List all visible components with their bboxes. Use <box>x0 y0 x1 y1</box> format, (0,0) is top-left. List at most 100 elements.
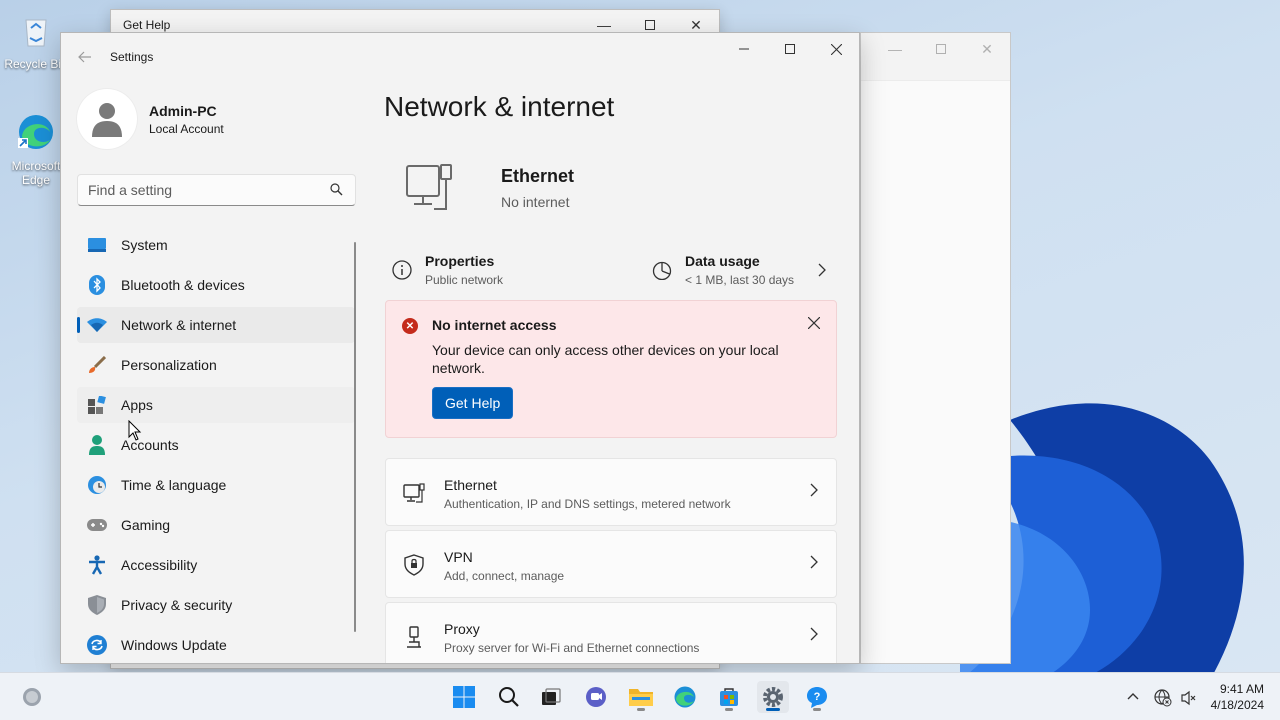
nav-item-apps[interactable]: Apps <box>77 387 355 423</box>
data-usage-link[interactable]: Data usage < 1 MB, last 30 days <box>652 253 826 287</box>
properties-subtitle: Public network <box>425 273 504 287</box>
edge-taskbar-button[interactable] <box>669 681 701 713</box>
settings-taskbar-button[interactable] <box>757 681 789 713</box>
alert-title: No internet access <box>432 317 557 333</box>
arrow-left-icon <box>78 51 91 63</box>
folder-icon <box>629 689 653 706</box>
background-close-button[interactable]: ✕ <box>964 33 1010 65</box>
nav-label: Privacy & security <box>121 597 233 613</box>
nav-item-time-language[interactable]: Time & language <box>77 467 355 503</box>
search-box[interactable] <box>77 174 356 206</box>
ethernet-large-icon <box>406 164 452 210</box>
clock-globe-icon <box>87 475 107 495</box>
background-maximize-button[interactable] <box>918 33 964 65</box>
windows-logo-icon <box>453 686 475 708</box>
widgets-button[interactable] <box>16 681 48 713</box>
wifi-icon <box>87 315 107 335</box>
task-view-button[interactable] <box>535 681 567 713</box>
proxy-card[interactable]: Proxy Proxy server for Wi-Fi and Etherne… <box>385 602 837 663</box>
nav-label: Network & internet <box>121 317 237 333</box>
gamepad-icon <box>87 515 107 535</box>
background-window[interactable]: — ✕ <box>860 32 1011 664</box>
nav-item-bluetooth[interactable]: Bluetooth & devices <box>77 267 355 303</box>
weather-icon <box>23 688 41 706</box>
data-usage-subtitle: < 1 MB, last 30 days <box>685 273 795 287</box>
recycle-bin-desktop-icon[interactable]: Recycle Bin <box>4 10 68 71</box>
connection-status: No internet <box>501 194 570 210</box>
properties-link[interactable]: Properties Public network <box>392 253 503 287</box>
get-help-taskbar-button[interactable]: ? <box>801 681 833 713</box>
edge-icon <box>674 686 696 708</box>
background-minimize-button[interactable]: — <box>872 33 918 65</box>
no-internet-alert: ✕ No internet access Your device can onl… <box>385 300 837 438</box>
file-explorer-button[interactable] <box>625 681 657 713</box>
show-hidden-icons-button[interactable] <box>1127 687 1139 703</box>
data-usage-title: Data usage <box>685 253 760 269</box>
connection-name: Ethernet <box>501 166 575 186</box>
start-button[interactable] <box>448 681 480 713</box>
card-title: Ethernet <box>444 477 497 493</box>
nav-scrollbar[interactable] <box>354 242 356 632</box>
volume-button[interactable] <box>1180 689 1198 710</box>
accounts-icon <box>87 435 107 455</box>
alert-message: Your device can only access other device… <box>432 342 779 376</box>
taskbar-search-button[interactable] <box>493 681 525 713</box>
card-title: Proxy <box>444 621 480 637</box>
edge-desktop-icon[interactable]: Microsoft Edge <box>4 112 68 187</box>
search-input[interactable] <box>78 175 355 205</box>
error-icon: ✕ <box>402 318 418 334</box>
settings-titlebar[interactable]: Settings <box>61 33 859 81</box>
nav-label: Windows Update <box>121 637 227 653</box>
connection-hero: Ethernet No internet <box>404 163 574 213</box>
maximize-icon <box>936 44 946 54</box>
nav-item-network[interactable]: Network & internet <box>77 307 355 343</box>
mouse-cursor-icon <box>128 420 142 441</box>
update-icon <box>87 635 107 655</box>
avatar <box>77 89 137 149</box>
page-title: Network & internet <box>384 91 615 122</box>
settings-minimize-button[interactable] <box>721 33 767 65</box>
profile-account-type: Local Account <box>149 121 224 136</box>
chevron-right-icon <box>810 627 818 641</box>
globe-no-internet-icon <box>1154 689 1172 707</box>
get-help-button[interactable]: Get Help <box>432 387 514 419</box>
vpn-card[interactable]: VPN Add, connect, manage <box>385 530 837 598</box>
apps-icon <box>87 395 107 415</box>
nav-label: Accessibility <box>121 557 198 573</box>
settings-close-button[interactable] <box>813 33 859 65</box>
card-title: VPN <box>444 549 473 565</box>
settings-nav: System Bluetooth & devices Network & int… <box>77 227 355 663</box>
nav-label: Gaming <box>121 517 171 533</box>
alert-close-button[interactable] <box>807 316 821 334</box>
nav-item-accounts[interactable]: Accounts <box>77 427 355 463</box>
help-icon: ? <box>807 687 827 708</box>
brush-icon <box>87 355 107 375</box>
nav-item-personalization[interactable]: Personalization <box>77 347 355 383</box>
search-icon <box>330 183 343 196</box>
back-button[interactable] <box>75 47 95 67</box>
network-status-button[interactable] <box>1154 689 1172 710</box>
settings-window[interactable]: Settings Admin-PC Local Account Find a s… <box>60 32 860 664</box>
nav-item-accessibility[interactable]: Accessibility <box>77 547 355 583</box>
nav-item-system[interactable]: System <box>77 227 355 263</box>
get-help-title: Get Help <box>123 18 171 32</box>
nav-item-gaming[interactable]: Gaming <box>77 507 355 543</box>
clock-date: 4/18/2024 <box>1210 698 1264 712</box>
nav-item-windows-update[interactable]: Windows Update <box>77 627 355 663</box>
settings-maximize-button[interactable] <box>767 33 813 65</box>
running-indicator <box>813 708 821 711</box>
ethernet-card[interactable]: Ethernet Authentication, IP and DNS sett… <box>385 458 837 526</box>
store-button[interactable] <box>713 681 745 713</box>
vpn-shield-icon <box>402 553 426 577</box>
bluetooth-icon <box>87 275 107 295</box>
chat-icon <box>586 687 606 707</box>
chevron-up-icon <box>1127 693 1139 700</box>
nav-item-privacy-security[interactable]: Privacy & security <box>77 587 355 623</box>
active-indicator <box>766 708 780 711</box>
user-profile[interactable]: Admin-PC Local Account <box>77 89 224 149</box>
system-clock[interactable]: 9:41 AM 4/18/2024 <box>1211 681 1264 713</box>
teams-button[interactable] <box>580 681 612 713</box>
recycle-bin-icon <box>25 19 47 47</box>
properties-title: Properties <box>425 253 495 269</box>
card-subtitle: Proxy server for Wi-Fi and Ethernet conn… <box>444 641 700 655</box>
